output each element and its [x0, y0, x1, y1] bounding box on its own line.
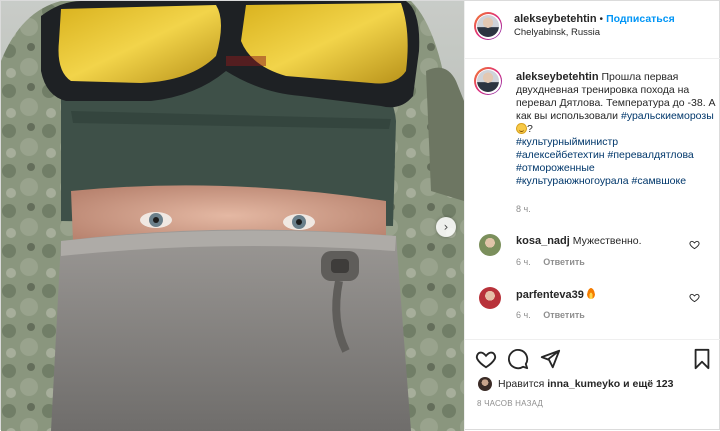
commenter-avatar[interactable] — [479, 234, 501, 256]
likes-prefix: Нравится — [498, 378, 545, 390]
reply-button[interactable]: Ответить — [543, 257, 585, 267]
paper-plane-icon[interactable] — [539, 348, 561, 370]
comment-row: kosa_nadj Мужественно. — [516, 235, 642, 247]
comment-time[interactable]: 6 ч. — [516, 310, 531, 320]
hashtag-link[interactable]: #уральскиеморозы — [621, 110, 714, 122]
fire-emoji-icon — [586, 288, 595, 299]
instagram-post: › alekseybetehtin • Подписаться Chelyabins… — [0, 0, 720, 431]
post-caption: alekseybetehtin Прошла первая двухдневна… — [516, 71, 716, 188]
hashtag-link[interactable]: #отмороженные — [516, 162, 595, 174]
post-actions: Нравится inna_kumeyko и ещё 123 8 ЧАСОВ … — [465, 339, 720, 431]
smiley-emoji-icon — [516, 123, 527, 134]
post-header: alekseybetehtin • Подписаться Chelyabinsk,… — [465, 1, 720, 59]
chevron-right-icon: › — [443, 220, 449, 234]
caption-username[interactable]: alekseybetehtin — [516, 71, 599, 83]
comment-time[interactable]: 6 ч. — [516, 257, 531, 267]
comment-meta: 6 ч. Ответить — [516, 257, 585, 267]
comment-like-heart-icon[interactable] — [689, 239, 700, 250]
comment-username[interactable]: parfenteva39 — [516, 289, 584, 301]
likes-count[interactable]: и ещё 123 — [623, 378, 673, 390]
comment-like-heart-icon[interactable] — [689, 292, 700, 303]
liker-avatar[interactable] — [478, 377, 492, 391]
header-title-row: alekseybetehtin • Подписаться — [514, 13, 675, 25]
hashtag-link[interactable]: #алексейбетехтин — [516, 149, 605, 161]
separator-dot: • — [599, 14, 604, 25]
comment-row: parfenteva39 — [516, 288, 595, 301]
hashtag-link[interactable]: #культураюжногоурала — [516, 175, 629, 187]
hashtag-link[interactable]: #самвшоке — [632, 175, 687, 187]
reply-button[interactable]: Ответить — [543, 310, 585, 320]
caption-time[interactable]: 8 ч. — [516, 204, 531, 214]
post-photo[interactable]: › — [1, 1, 464, 431]
likes-summary: Нравится inna_kumeyko и ещё 123 — [498, 378, 674, 390]
hashtag-link[interactable]: #перевалдятлова — [608, 149, 694, 161]
comment-meta: 6 ч. Ответить — [516, 310, 585, 320]
comment-icon[interactable] — [507, 348, 529, 370]
comment-username[interactable]: kosa_nadj — [516, 235, 570, 247]
post-side-panel: alekseybetehtin • Подписаться Chelyabinsk,… — [464, 1, 720, 431]
liker-username[interactable]: inna_kumeyko — [547, 378, 620, 390]
next-photo-button[interactable]: › — [436, 217, 456, 237]
selfie-image — [1, 1, 464, 431]
post-timestamp[interactable]: 8 ЧАСОВ НАЗАД — [477, 399, 543, 408]
hashtag-link[interactable]: #культурныйминистр — [516, 136, 618, 148]
caption-avatar[interactable] — [474, 67, 502, 95]
author-username[interactable]: alekseybetehtin — [514, 13, 597, 25]
follow-button[interactable]: Подписаться — [606, 13, 675, 25]
commenter-avatar[interactable] — [479, 287, 501, 309]
comment-text: Мужественно. — [572, 235, 642, 247]
heart-icon[interactable] — [475, 348, 497, 370]
bookmark-icon[interactable] — [691, 348, 713, 370]
caption-question-mark: ? — [527, 123, 533, 135]
author-avatar[interactable] — [474, 12, 502, 40]
location-link[interactable]: Chelyabinsk, Russia — [514, 27, 600, 38]
